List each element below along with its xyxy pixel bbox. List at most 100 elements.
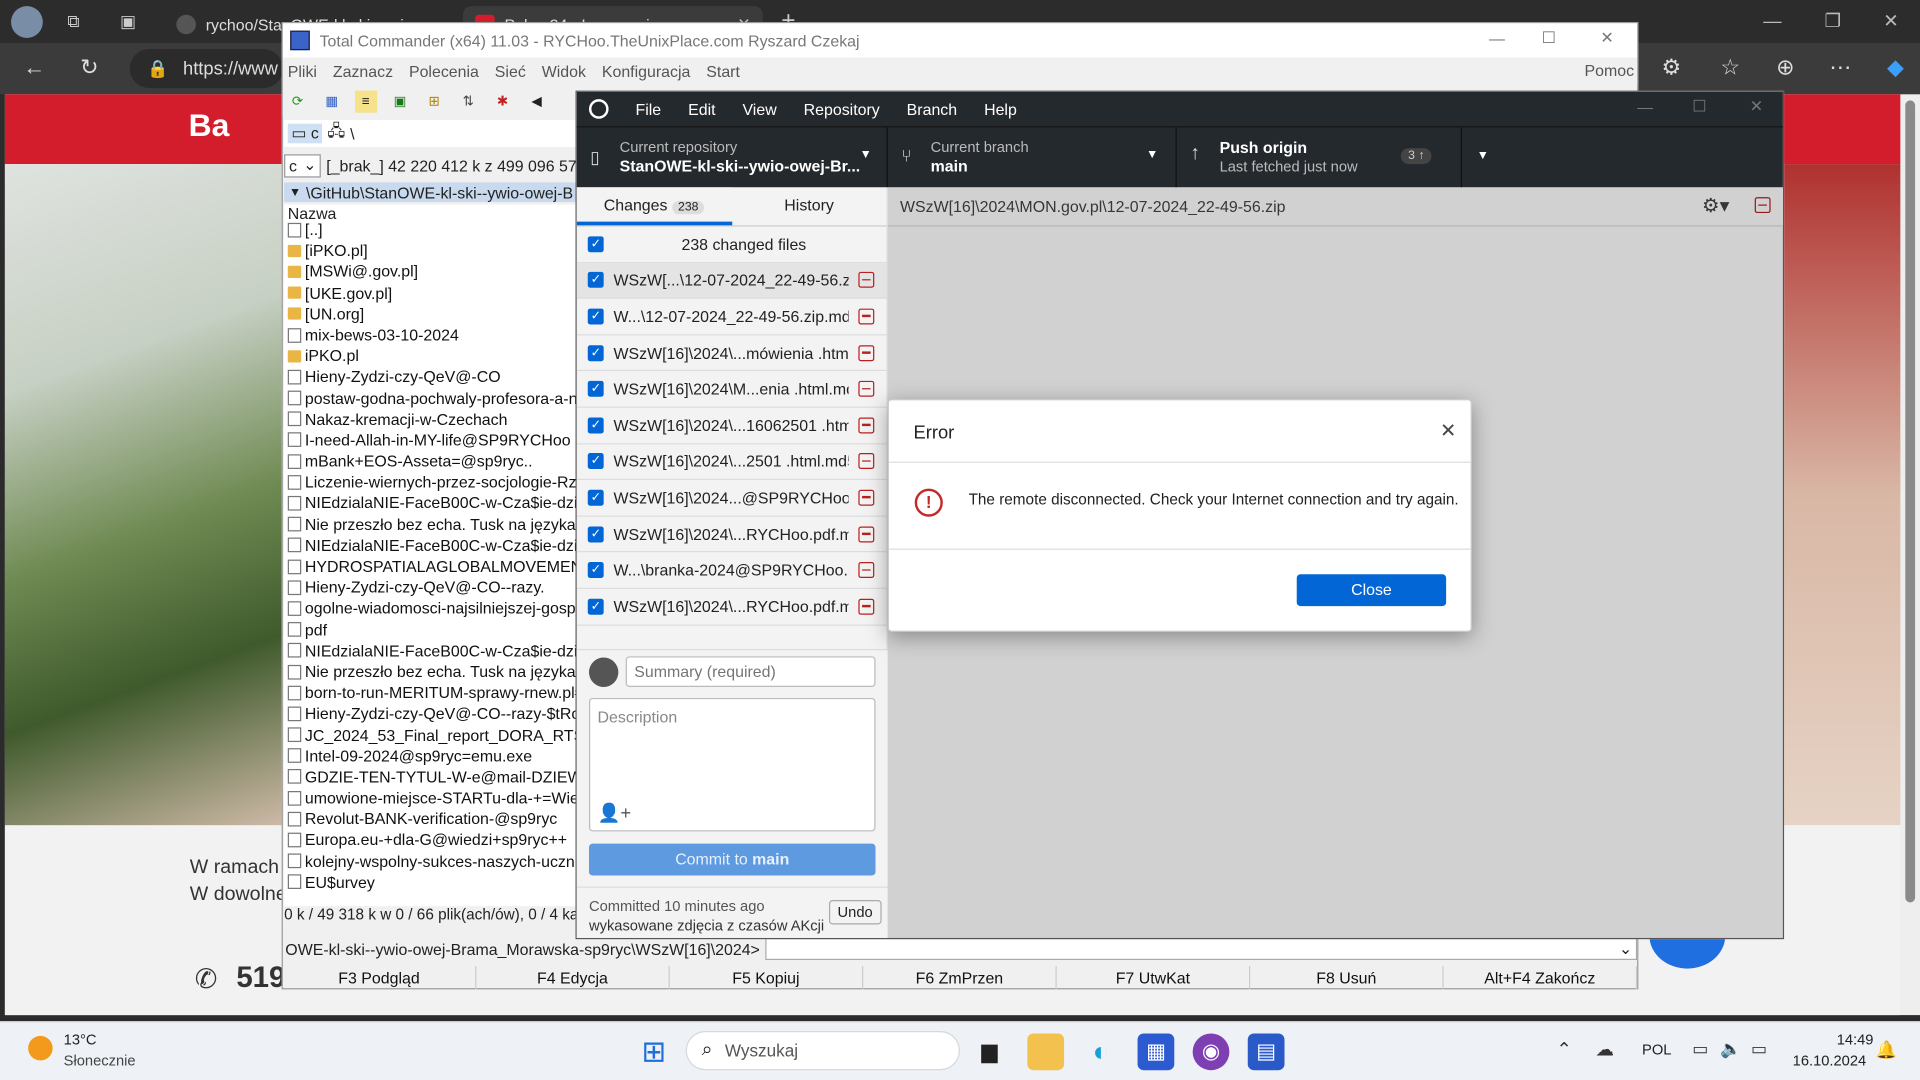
battery-icon[interactable]: ▭ — [1751, 1038, 1767, 1059]
file-row[interactable]: I-need-Allah-in-MY-life@SP9RYCHoo — [284, 430, 577, 451]
f4-edit-button[interactable]: F4 Edycja — [476, 966, 670, 990]
tc-menu-pliki[interactable]: Pliki — [288, 62, 317, 80]
network-drive-icon[interactable]: 🖧 — [327, 120, 345, 147]
file-row[interactable]: mix-bews-03-10-2024 — [284, 324, 577, 345]
close-button[interactable]: Close — [1296, 574, 1447, 607]
altf4-exit-button[interactable]: Alt+F4 Zakończ — [1444, 966, 1638, 990]
file-checkbox[interactable]: ✓ — [587, 525, 604, 542]
description-textarea[interactable]: Description 👤+ — [588, 697, 876, 832]
full-view-icon[interactable]: ≡ — [354, 90, 377, 113]
tc-menu-start[interactable]: Start — [706, 62, 740, 80]
file-row[interactable]: [..] — [284, 219, 577, 240]
tc-menu-pomoc[interactable]: Pomoc — [1584, 61, 1634, 79]
phone-number[interactable]: 519 — [236, 961, 285, 995]
changed-file-row[interactable]: ✓ WSzW[16]\2024\...RYCHoo.pdf.md5 — [576, 589, 887, 626]
minimize-icon[interactable]: — — [1763, 11, 1781, 32]
extensions-icon[interactable]: ⚙ — [1656, 53, 1688, 82]
file-row[interactable]: iPKO.pl — [284, 345, 577, 366]
file-row[interactable]: born-to-run-MERITUM-sprawy-rnew.pl#S — [284, 682, 577, 703]
file-row[interactable]: Nie przeszło bez echa. Tusk na językach … — [284, 661, 577, 682]
gh-menu-view[interactable]: View — [742, 100, 776, 118]
gh-maximize-icon[interactable]: ☐ — [1692, 97, 1706, 117]
tab-history[interactable]: History — [732, 187, 887, 225]
select-all-row[interactable]: ✓ 238 changed files — [576, 227, 887, 263]
drive-c-button[interactable]: ▭ c — [287, 123, 323, 144]
tc-menu-zaznacz[interactable]: Zaznacz — [333, 62, 393, 80]
dialog-close-icon[interactable]: ✕ — [1440, 419, 1456, 443]
copilot-icon[interactable]: ◆ — [1880, 53, 1912, 82]
workspaces-icon[interactable]: ⧉ — [67, 11, 79, 32]
file-explorer-icon[interactable] — [1027, 1033, 1065, 1071]
f3-view-button[interactable]: F3 Podgląd — [283, 966, 477, 990]
file-row[interactable]: ogolne-wiadomosci-najsilniejszej-gospoc — [284, 598, 577, 619]
more-icon[interactable]: ⋯ — [1824, 53, 1856, 82]
summary-input[interactable] — [625, 656, 876, 687]
onedrive-icon[interactable]: ☁ — [1596, 1038, 1614, 1061]
brief-view-icon[interactable]: ▦ — [321, 89, 343, 111]
file-checkbox[interactable]: ✓ — [587, 417, 604, 434]
file-row[interactable]: [UN.org] — [284, 303, 577, 324]
drive-select[interactable]: c ⌄ — [284, 153, 322, 177]
gh-menu-file[interactable]: File — [636, 100, 662, 118]
total-commander-taskbar-icon[interactable]: ▤ — [1247, 1033, 1285, 1071]
file-row[interactable]: pdf — [284, 619, 577, 640]
file-row[interactable]: Hieny-Zydzi-czy-QeV@-CO--razy. — [284, 577, 577, 598]
changed-file-row[interactable]: ✓ W...\branka-2024@SP9RYCHoo.pdf — [576, 553, 887, 589]
gh-close-icon[interactable]: ✕ — [1750, 97, 1763, 117]
tc-close-icon[interactable]: ✕ — [1600, 28, 1613, 48]
file-row[interactable]: EU$urvey — [284, 872, 577, 893]
refresh-icon[interactable]: ↻ — [73, 53, 105, 82]
file-row[interactable]: [iPKO.pl] — [284, 240, 577, 261]
file-row[interactable]: Hieny-Zydzi-czy-QeV@-CO — [284, 367, 577, 388]
current-repository-button[interactable]: ▯ Current repository StanOWE-kl-ski--ywi… — [577, 127, 888, 189]
gh-menu-branch[interactable]: Branch — [907, 100, 957, 118]
file-row[interactable]: Revolut-BANK-verification-@sp9ryc — [284, 808, 577, 829]
refresh-icon[interactable]: ⟳ — [287, 89, 309, 111]
file-checkbox[interactable]: ✓ — [587, 344, 604, 361]
chevron-up-icon[interactable]: ⌃ — [1556, 1038, 1571, 1061]
maximize-icon[interactable]: ❐ — [1824, 10, 1840, 32]
file-row[interactable]: NIEdzialaNIE-FaceB00C-w-Cza$ie-dzialar — [284, 493, 577, 514]
changed-file-row[interactable]: ✓ WSzW[16]\2024...@SP9RYCHoo.pdf — [576, 480, 887, 517]
language-indicator[interactable]: POL — [1642, 1041, 1671, 1058]
changed-file-row[interactable]: ✓ WSzW[16]\2024\...RYCHoo.pdf.md5 — [576, 516, 887, 553]
gh-minimize-icon[interactable]: — — [1637, 98, 1653, 116]
scroll-thumb[interactable] — [1905, 100, 1916, 903]
taskbar-search[interactable]: ⌕ Wyszukaj — [685, 1031, 961, 1071]
tc-minimize-icon[interactable]: — — [1489, 29, 1505, 47]
commit-button[interactable]: Commit to main — [588, 843, 876, 876]
tab-changes[interactable]: Changes 238 — [576, 187, 732, 226]
file-row[interactable]: Nie przeszło bez echa. Tusk na językach … — [284, 514, 577, 535]
tc-menu-widok[interactable]: Widok — [542, 62, 586, 80]
tc-menu-konfiguracja[interactable]: Konfiguracja — [602, 62, 691, 80]
file-row[interactable]: Intel-09-2024@sp9ryc=emu.exe — [284, 745, 577, 766]
back-icon[interactable]: ← — [18, 53, 50, 82]
file-checkbox[interactable]: ✓ — [587, 489, 604, 506]
history-dropdown-icon[interactable]: ▼ — [289, 186, 301, 199]
file-row[interactable]: umowione-miejsce-STARTu-dla-+=Wie$c — [284, 787, 577, 808]
file-row[interactable]: Europa.eu-+dla-G@wiedzi+sp9ryc++ — [284, 830, 577, 851]
changed-file-row[interactable]: ✓ WSzW[16]\2024\...16062501 .html — [576, 408, 887, 444]
select-icon[interactable]: ✱ — [491, 89, 513, 111]
file-row[interactable]: kolejny-wspolny-sukces-naszych-uczniow — [284, 851, 577, 872]
file-row[interactable]: NIEdzialaNIE-FaceB00C-w-Cza$ie-dzialar — [284, 535, 577, 556]
weather-condition[interactable]: Słonecznie — [64, 1052, 136, 1069]
collections-icon[interactable]: ⊕ — [1769, 53, 1801, 82]
store-icon[interactable]: ▦ — [1137, 1033, 1175, 1071]
file-checkbox[interactable]: ✓ — [587, 381, 604, 397]
file-checkbox[interactable]: ✓ — [587, 272, 604, 289]
changed-file-row[interactable]: ✓ WSzW[...\12-07-2024_22-49-56.zip — [576, 262, 887, 300]
edge-icon[interactable]: ◐ — [1082, 1033, 1119, 1070]
tree-icon[interactable]: ⊞ — [423, 89, 445, 111]
page-scrollbar[interactable] — [1900, 94, 1920, 1016]
file-row[interactable]: [UKE.gov.pl] — [284, 282, 577, 303]
file-row[interactable]: Liczenie-wiernych-przez-socjologie-Rzym — [284, 472, 577, 493]
profile-avatar[interactable] — [11, 6, 43, 38]
clock-time[interactable]: 14:49 — [1824, 1031, 1874, 1048]
file-checkbox[interactable]: ✓ — [587, 562, 604, 579]
changed-file-row[interactable]: ✓ WSzW[16]\2024\...2501 .html.md5 — [576, 444, 887, 481]
network-icon[interactable]: ▭ — [1692, 1038, 1708, 1059]
file-row[interactable]: Nakaz-kremacji-w-Czechach — [284, 409, 577, 430]
gh-menu-edit[interactable]: Edit — [688, 100, 715, 118]
undo-button[interactable]: Undo — [828, 900, 882, 925]
